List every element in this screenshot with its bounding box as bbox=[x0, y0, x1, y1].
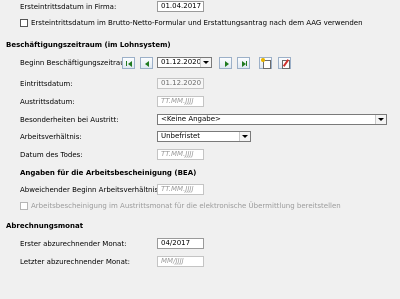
first-record-arrow bbox=[128, 61, 132, 67]
chevron-down-icon[interactable] bbox=[239, 132, 250, 141]
brutto-netto-checkbox[interactable] bbox=[20, 19, 28, 27]
entry-date-field: 01.12.2020 bbox=[157, 78, 204, 89]
deviating-start-field[interactable]: TT.MM.JJJJ bbox=[157, 184, 204, 195]
deviating-start-label: Abweichender Beginn Arbeitsverhältnis: bbox=[20, 186, 161, 194]
next-record-button[interactable] bbox=[219, 57, 232, 69]
period-start-value: 01.12.2020 bbox=[161, 58, 202, 66]
last-billing-month-label: Letzter abzurechnender Monat: bbox=[20, 258, 131, 266]
last-record-bar bbox=[246, 61, 247, 66]
first-billing-month-label: Erster abzurechnender Monat: bbox=[20, 240, 127, 248]
exit-specifics-value: <Keine Angabe> bbox=[161, 115, 221, 123]
exit-specifics-select[interactable]: <Keine Angabe> bbox=[157, 114, 387, 125]
previous-record-icon bbox=[145, 61, 149, 67]
bea-exit-month-checkbox-label: Arbeitsbescheinigung im Austrittsmonat f… bbox=[31, 202, 341, 210]
employment-relation-select[interactable]: Unbefristet bbox=[157, 131, 251, 142]
employment-relation-label: Arbeitsverhältnis: bbox=[20, 133, 82, 141]
chevron-down-icon[interactable] bbox=[200, 58, 211, 67]
first-record-icon bbox=[126, 61, 127, 66]
first-record-button[interactable] bbox=[122, 57, 135, 69]
next-record-icon bbox=[225, 61, 229, 67]
last-record-button[interactable] bbox=[237, 57, 250, 69]
exit-date-field[interactable]: TT.MM.JJJJ bbox=[157, 96, 204, 107]
period-start-label: Beginn Beschäftigungszeitraum: bbox=[20, 59, 134, 67]
hire-date-label: Ersteintrittsdatum in Firma: bbox=[20, 3, 117, 11]
employment-period-title: Beschäftigungszeitraum (im Lohnsystem) bbox=[6, 41, 171, 49]
employment-relation-value: Unbefristet bbox=[161, 132, 201, 140]
billing-section-title: Abrechnungsmonat bbox=[6, 222, 84, 230]
bea-exit-month-checkbox bbox=[20, 202, 28, 210]
exit-specifics-label: Besonderheiten bei Austritt: bbox=[20, 116, 119, 124]
chevron-down-icon[interactable] bbox=[375, 115, 386, 124]
last-billing-month-field[interactable]: MM/JJJJ bbox=[157, 256, 204, 267]
death-date-field[interactable]: TT.MM.JJJJ bbox=[157, 149, 204, 160]
death-date-label: Datum des Todes: bbox=[20, 151, 83, 159]
new-record-button[interactable] bbox=[259, 57, 272, 69]
hire-date-field[interactable]: 01.04.2017 bbox=[157, 1, 204, 12]
new-record-star bbox=[261, 58, 265, 62]
edit-record-button[interactable] bbox=[278, 57, 291, 69]
exit-date-label: Austrittsdatum: bbox=[20, 98, 75, 106]
entry-date-label: Eintrittsdatum: bbox=[20, 80, 73, 88]
previous-record-button[interactable] bbox=[140, 57, 153, 69]
bea-section-title: Angaben für die Arbeitsbescheinigung (BE… bbox=[20, 169, 197, 177]
period-start-select[interactable]: 01.12.2020 bbox=[157, 57, 212, 68]
first-billing-month-field[interactable]: 04/2017 bbox=[157, 238, 204, 249]
brutto-netto-checkbox-label: Ersteintrittsdatum im Brutto-Netto-Formu… bbox=[31, 19, 363, 27]
